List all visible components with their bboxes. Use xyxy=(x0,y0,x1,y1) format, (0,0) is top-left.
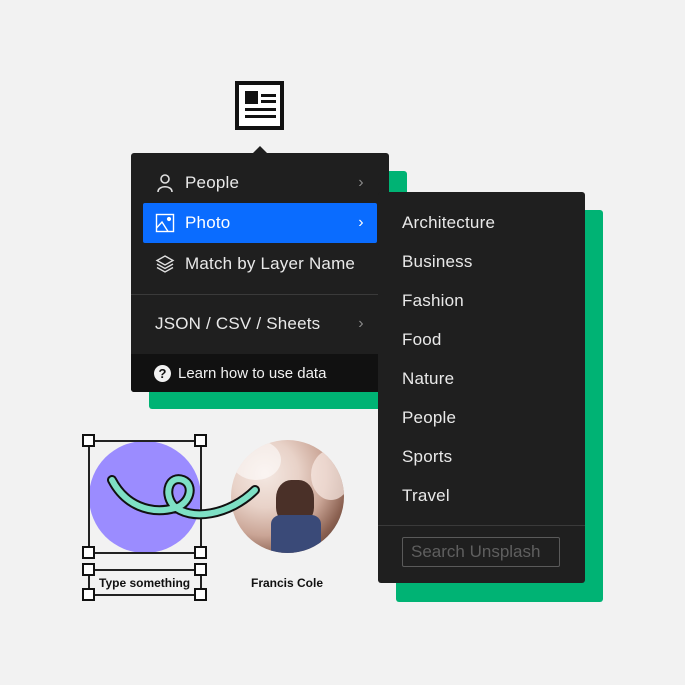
selection-frame-left xyxy=(88,440,90,554)
submenu-item-sports[interactable]: Sports xyxy=(402,447,452,467)
menu-item-label: JSON / CSV / Sheets xyxy=(155,314,321,333)
text-frame-bottom xyxy=(88,594,202,596)
resize-handle-bottom-right[interactable] xyxy=(194,546,207,559)
menu-item-photo[interactable]: Photo › xyxy=(143,203,377,243)
submenu-item-business[interactable]: Business xyxy=(402,252,473,272)
resize-handle-top-left[interactable] xyxy=(82,434,95,447)
menu-item-label: Photo xyxy=(185,213,231,232)
text-handle-bottom-right[interactable] xyxy=(194,588,207,601)
layers-icon xyxy=(153,252,177,276)
chevron-right-icon: › xyxy=(358,174,364,191)
submenu-divider xyxy=(378,525,585,526)
submenu-item-food[interactable]: Food xyxy=(402,330,442,350)
search-unsplash-input[interactable] xyxy=(402,537,560,567)
menu-item-label: People xyxy=(185,173,240,192)
data-menu: People › Photo › Match by Layer Name JSO… xyxy=(131,146,389,392)
text-handle-top-left[interactable] xyxy=(82,563,95,576)
person-icon xyxy=(153,171,177,195)
squiggle-connector xyxy=(107,474,260,520)
question-circle-icon: ? xyxy=(154,364,171,382)
submenu-item-fashion[interactable]: Fashion xyxy=(402,291,464,311)
text-handle-bottom-left[interactable] xyxy=(82,588,95,601)
photo-submenu: Architecture Business Fashion Food Natur… xyxy=(378,192,585,583)
menu-item-match-layer-name[interactable]: Match by Layer Name xyxy=(143,244,377,284)
menu-item-label: Match by Layer Name xyxy=(185,254,356,273)
submenu-item-architecture[interactable]: Architecture xyxy=(402,213,495,233)
avatar-caption: Francis Cole xyxy=(251,576,324,590)
image-icon xyxy=(153,211,177,235)
submenu-item-travel[interactable]: Travel xyxy=(402,486,450,506)
text-layer[interactable]: Type something xyxy=(99,576,190,590)
menu-item-json-csv-sheets[interactable]: JSON / CSV / Sheets › xyxy=(143,304,377,344)
document-layout-icon xyxy=(235,81,284,130)
selection-frame-top xyxy=(88,440,202,442)
learn-label: Learn how to use data xyxy=(178,364,327,382)
chevron-right-icon: › xyxy=(358,315,364,332)
submenu-item-people[interactable]: People xyxy=(402,408,456,428)
submenu-item-nature[interactable]: Nature xyxy=(402,369,454,389)
resize-handle-top-right[interactable] xyxy=(194,434,207,447)
text-frame-top xyxy=(88,569,202,571)
menu-item-people[interactable]: People › xyxy=(143,163,377,203)
learn-how-to-use-data-link[interactable]: ? Learn how to use data xyxy=(131,354,389,392)
chevron-right-icon: › xyxy=(358,214,364,231)
selection-frame-bottom xyxy=(88,552,202,554)
menu-divider xyxy=(131,294,389,295)
menu-caret xyxy=(253,146,267,153)
text-handle-top-right[interactable] xyxy=(194,563,207,576)
resize-handle-bottom-left[interactable] xyxy=(82,546,95,559)
